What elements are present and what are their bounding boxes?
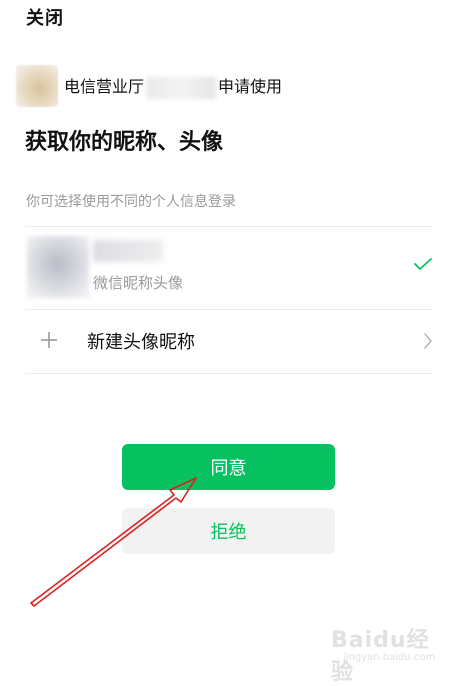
app-info: 电信营业厅 申请使用: [16, 64, 282, 108]
close-button[interactable]: 关闭: [26, 4, 64, 30]
reject-button[interactable]: 拒绝: [122, 508, 335, 554]
app-name: 电信营业厅 申请使用: [64, 73, 282, 99]
app-name-suffix: 申请使用: [218, 77, 283, 97]
agree-button[interactable]: 同意: [122, 444, 335, 490]
divider: [25, 226, 433, 227]
page-title: 获取你的昵称、头像: [25, 130, 224, 155]
redacted-text: [146, 76, 217, 99]
watermark: Baidu经验 jingyan.baidu.com: [301, 612, 441, 685]
divider: [25, 373, 433, 374]
avatar: [27, 236, 89, 298]
watermark-url: jingyan.baidu.com: [343, 652, 436, 663]
app-name-prefix: 电信营业厅: [64, 77, 145, 97]
app-icon: [16, 65, 58, 107]
nickname-redacted: [93, 240, 163, 262]
account-option-label: 微信昵称头像: [93, 274, 184, 292]
new-profile-option[interactable]: 新建头像昵称: [25, 310, 433, 372]
chevron-right-icon: [424, 333, 432, 349]
new-profile-label: 新建头像昵称: [87, 332, 195, 353]
page-subtitle: 你可选择使用不同的个人信息登录: [26, 194, 236, 210]
check-icon: [414, 258, 432, 270]
plus-icon: [41, 332, 57, 348]
account-option-wechat[interactable]: 微信昵称头像: [25, 228, 433, 308]
